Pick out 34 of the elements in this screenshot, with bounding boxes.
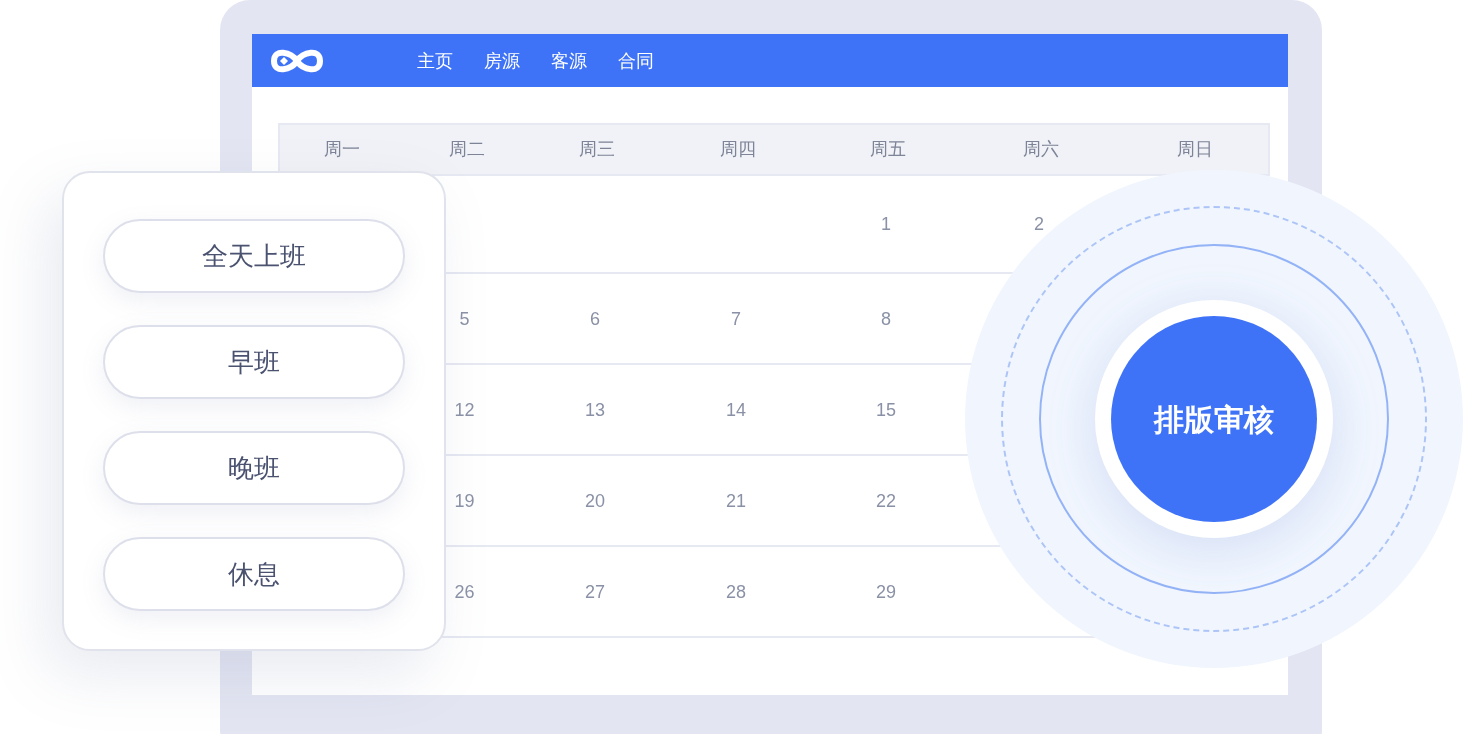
day-number[interactable]: 6 — [590, 309, 600, 328]
weekday-label: 周五 — [870, 138, 906, 161]
nav-link[interactable]: 主页 — [417, 51, 453, 70]
weekday-label: 周六 — [1023, 138, 1059, 161]
day-number[interactable]: 5 — [459, 309, 470, 328]
weekday-label: 周一 — [324, 138, 360, 161]
day-number[interactable]: 13 — [585, 400, 605, 419]
shift-option-button[interactable]: 晚班 — [103, 431, 405, 505]
day-number[interactable]: 12 — [454, 400, 475, 419]
day-number[interactable]: 7 — [731, 309, 741, 328]
day-number[interactable]: 22 — [876, 491, 896, 510]
day-number[interactable]: 21 — [726, 491, 746, 510]
day-number[interactable]: 1 — [881, 215, 891, 233]
day-number[interactable]: 14 — [726, 400, 746, 419]
day-number[interactable]: 19 — [454, 491, 475, 510]
review-button[interactable]: 排版审核 — [1111, 316, 1317, 522]
day-number[interactable]: 27 — [585, 582, 605, 601]
shift-option-button[interactable]: 全天上班 — [103, 219, 405, 293]
shift-option-button[interactable]: 休息 — [103, 537, 405, 611]
day-number[interactable]: 28 — [726, 582, 746, 601]
day-number[interactable]: 29 — [876, 582, 896, 601]
weekday-label: 周四 — [720, 138, 756, 161]
shift-option-button[interactable]: 早班 — [103, 325, 405, 399]
day-number[interactable]: 8 — [881, 309, 891, 328]
nav-link[interactable]: 房源 — [484, 51, 520, 70]
weekday-label: 周三 — [579, 138, 615, 161]
nav-link[interactable]: 合同 — [618, 51, 654, 70]
nav-link[interactable]: 客源 — [551, 51, 587, 70]
day-number[interactable]: 20 — [585, 491, 605, 510]
weekday-label: 周二 — [448, 138, 485, 161]
weekday-label: 周日 — [1176, 138, 1213, 161]
day-number[interactable]: 2 — [1034, 215, 1044, 233]
day-number[interactable]: 15 — [876, 400, 896, 419]
day-number[interactable]: 26 — [454, 582, 475, 601]
